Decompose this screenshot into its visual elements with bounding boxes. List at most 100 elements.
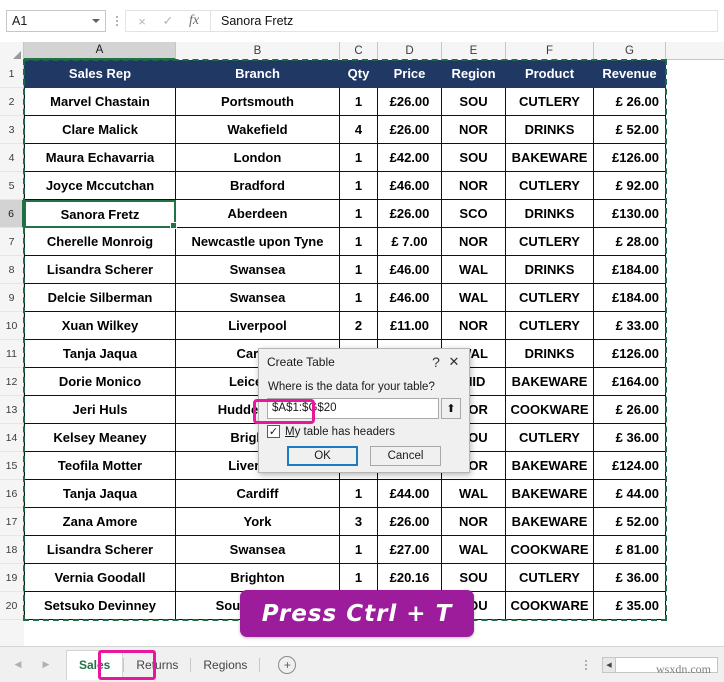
table-cell[interactable]: CUTLERY — [506, 284, 594, 312]
table-cell[interactable]: Marvel Chastain — [24, 88, 176, 116]
row-header-15[interactable]: 15 — [0, 452, 24, 480]
table-cell[interactable]: 1 — [340, 228, 378, 256]
ok-button[interactable]: OK — [287, 446, 358, 466]
table-cell[interactable]: BAKEWARE — [506, 508, 594, 536]
active-cell[interactable]: Sanora Fretz — [24, 200, 177, 229]
table-cell[interactable]: Dorie Monico — [24, 368, 176, 396]
table-cell[interactable]: £ 26.00 — [594, 396, 666, 424]
cancel-button[interactable]: Cancel — [370, 446, 441, 466]
headers-checkbox[interactable]: ✓ — [267, 425, 280, 438]
table-cell[interactable]: Lisandra Scherer — [24, 256, 176, 284]
close-icon[interactable]: ✕ — [445, 353, 463, 371]
sheet-tab-sales[interactable]: Sales — [66, 649, 124, 680]
table-cell[interactable]: 1 — [340, 256, 378, 284]
header-cell[interactable]: Region — [442, 60, 506, 88]
table-cell[interactable]: 1 — [340, 88, 378, 116]
range-picker-icon[interactable]: ⬆ — [441, 397, 461, 419]
table-cell[interactable]: Portsmouth — [176, 88, 340, 116]
check-icon[interactable]: ✓ — [155, 11, 181, 31]
table-cell[interactable]: 4 — [340, 116, 378, 144]
table-cell[interactable]: Aberdeen — [176, 200, 340, 228]
header-cell[interactable]: Sales Rep — [24, 60, 176, 88]
table-range-input[interactable]: $A$1:$G$20 — [267, 397, 439, 419]
table-cell[interactable]: Setsuko Devinney — [24, 592, 176, 620]
column-header-d[interactable]: D — [378, 42, 442, 60]
table-cell[interactable]: Kelsey Meaney — [24, 424, 176, 452]
table-cell[interactable]: £184.00 — [594, 284, 666, 312]
table-cell[interactable]: CUTLERY — [506, 312, 594, 340]
table-cell[interactable]: 1 — [340, 144, 378, 172]
horizontal-scrollbar[interactable]: ◀ wsxdn.com — [602, 656, 718, 676]
table-cell[interactable]: Brighton — [176, 564, 340, 592]
row-header-16[interactable]: 16 — [0, 480, 24, 508]
table-cell[interactable]: £42.00 — [378, 144, 442, 172]
row-header-4[interactable]: 4 — [0, 144, 24, 172]
table-cell[interactable]: WAL — [442, 256, 506, 284]
table-cell[interactable]: CUTLERY — [506, 172, 594, 200]
table-cell[interactable]: COOKWARE — [506, 592, 594, 620]
table-cell[interactable]: Cardiff — [176, 480, 340, 508]
header-cell[interactable]: Qty — [340, 60, 378, 88]
table-cell[interactable]: £26.00 — [378, 200, 442, 228]
table-cell[interactable]: Vernia Goodall — [24, 564, 176, 592]
table-cell[interactable]: CUTLERY — [506, 88, 594, 116]
row-header-10[interactable]: 10 — [0, 312, 24, 340]
table-cell[interactable]: Jeri Huls — [24, 396, 176, 424]
table-cell[interactable]: 2 — [340, 312, 378, 340]
table-cell[interactable]: £ 52.00 — [594, 508, 666, 536]
next-sheet-icon[interactable]: ▶ — [40, 659, 52, 671]
table-cell[interactable]: £ 44.00 — [594, 480, 666, 508]
table-cell[interactable]: Zana Amore — [24, 508, 176, 536]
row-header-6[interactable]: 6 — [0, 200, 24, 228]
row-header-11[interactable]: 11 — [0, 340, 24, 368]
table-cell[interactable]: £126.00 — [594, 340, 666, 368]
table-cell[interactable]: BAKEWARE — [506, 480, 594, 508]
table-cell[interactable]: Bradford — [176, 172, 340, 200]
table-cell[interactable]: 1 — [340, 200, 378, 228]
row-header-1[interactable]: 1 — [0, 60, 24, 88]
add-sheet-icon[interactable]: + — [278, 655, 297, 674]
table-cell[interactable]: £ 81.00 — [594, 536, 666, 564]
table-cell[interactable]: £ 36.00 — [594, 564, 666, 592]
table-cell[interactable]: £26.00 — [378, 88, 442, 116]
column-header-f[interactable]: F — [506, 42, 594, 60]
cancel-icon[interactable]: × — [129, 11, 155, 31]
table-cell[interactable]: COOKWARE — [506, 396, 594, 424]
table-cell[interactable]: £46.00 — [378, 256, 442, 284]
table-cell[interactable]: £26.00 — [378, 116, 442, 144]
select-all-corner[interactable] — [0, 42, 24, 60]
table-cell[interactable]: Newcastle upon Tyne — [176, 228, 340, 256]
header-cell[interactable]: Branch — [176, 60, 340, 88]
table-cell[interactable]: Tanja Jaqua — [24, 480, 176, 508]
table-cell[interactable]: SOU — [442, 144, 506, 172]
table-cell[interactable]: Xuan Wilkey — [24, 312, 176, 340]
table-cell[interactable]: £26.00 — [378, 508, 442, 536]
table-cell[interactable]: £ 36.00 — [594, 424, 666, 452]
table-cell[interactable]: Joyce Mccutchan — [24, 172, 176, 200]
table-cell[interactable]: CUTLERY — [506, 228, 594, 256]
table-cell[interactable]: £20.16 — [378, 564, 442, 592]
formula-input[interactable]: Sanora Fretz — [210, 10, 718, 32]
table-cell[interactable]: £ 52.00 — [594, 116, 666, 144]
table-cell[interactable]: York — [176, 508, 340, 536]
table-cell[interactable]: COOKWARE — [506, 536, 594, 564]
table-cell[interactable]: 1 — [340, 536, 378, 564]
table-cell[interactable]: SOU — [442, 88, 506, 116]
row-header-7[interactable]: 7 — [0, 228, 24, 256]
table-cell[interactable]: NOR — [442, 508, 506, 536]
table-cell[interactable]: BAKEWARE — [506, 368, 594, 396]
table-cell[interactable]: Swansea — [176, 536, 340, 564]
table-cell[interactable]: 3 — [340, 508, 378, 536]
table-cell[interactable]: £164.00 — [594, 368, 666, 396]
table-cell[interactable]: Lisandra Scherer — [24, 536, 176, 564]
table-cell[interactable]: BAKEWARE — [506, 452, 594, 480]
table-cell[interactable]: NOR — [442, 172, 506, 200]
table-cell[interactable]: DRINKS — [506, 256, 594, 284]
column-header-c[interactable]: C — [340, 42, 378, 60]
table-cell[interactable]: WAL — [442, 284, 506, 312]
table-cell[interactable]: £11.00 — [378, 312, 442, 340]
scroll-grip[interactable] — [581, 654, 591, 676]
row-header-12[interactable]: 12 — [0, 368, 24, 396]
sheet-tab-returns[interactable]: Returns — [124, 652, 190, 678]
row-header-20[interactable]: 20 — [0, 592, 24, 620]
